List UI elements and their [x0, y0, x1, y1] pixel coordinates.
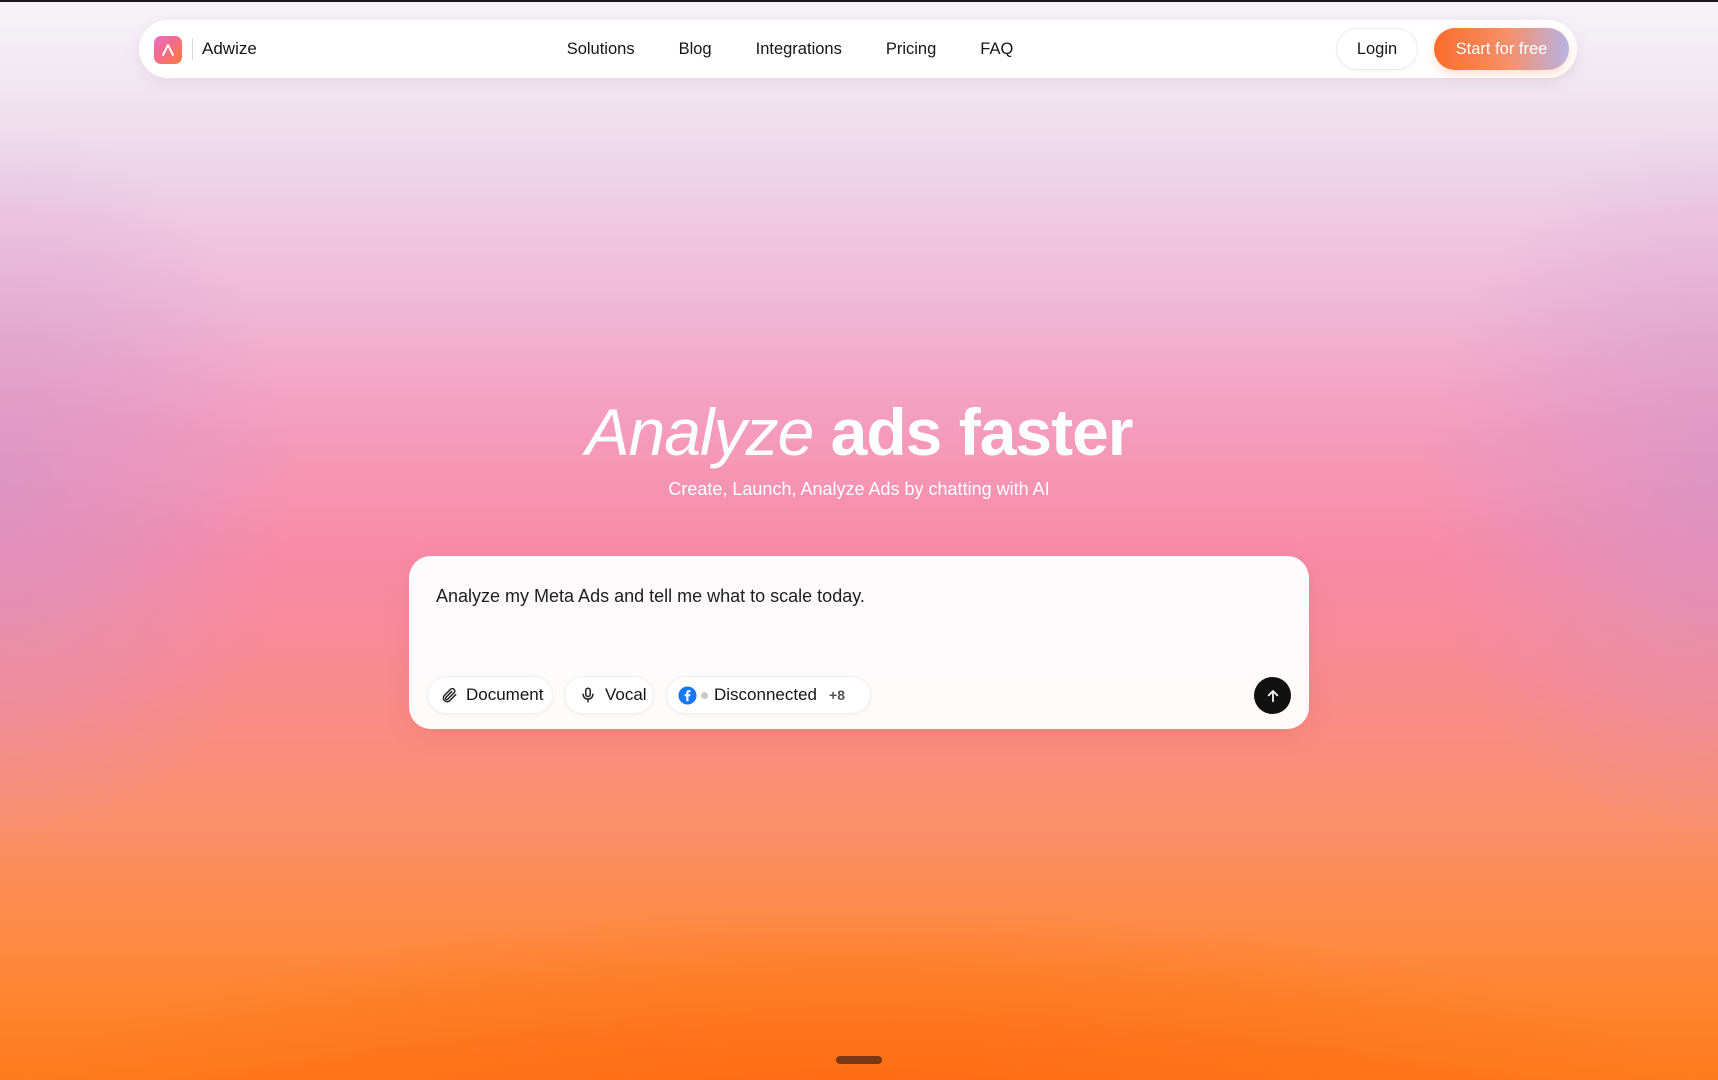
hero-title-italic: Analyze	[585, 395, 815, 469]
vocal-label: Vocal	[605, 685, 647, 704]
start-for-free-button[interactable]: Start for free	[1434, 28, 1569, 70]
hero-subtitle: Create, Launch, Analyze Ads by chatting …	[668, 479, 1050, 499]
login-button[interactable]: Login	[1336, 28, 1418, 70]
top-navbar: Adwize Solutions Blog Integrations Prici…	[139, 20, 1577, 78]
logo-divider	[192, 38, 193, 60]
vocal-button[interactable]: Vocal	[564, 676, 654, 714]
brand-name[interactable]: Adwize	[202, 38, 257, 60]
scroll-handle[interactable]	[836, 1056, 882, 1064]
facebook-icon	[678, 685, 697, 705]
connection-status-label: Disconnected	[714, 685, 818, 704]
nav-link-solutions[interactable]: Solutions	[567, 38, 635, 60]
nav-link-pricing[interactable]: Pricing	[886, 38, 936, 60]
send-button[interactable]	[1254, 677, 1291, 714]
paperclip-icon	[440, 686, 458, 704]
meta-connection-button[interactable]: Disconnected +8	[666, 676, 871, 714]
document-label: Document	[466, 685, 544, 704]
window-top-edge	[0, 0, 1718, 2]
chat-input[interactable]	[436, 584, 1276, 608]
nav-link-blog[interactable]: Blog	[679, 38, 712, 60]
connection-status-dot	[701, 691, 708, 699]
logo-a-glyph-icon	[162, 44, 174, 56]
document-button[interactable]: Document	[427, 676, 553, 714]
brand-logo-icon[interactable]	[154, 36, 182, 64]
chat-composer: Document Vocal Disconnected +8	[409, 556, 1309, 729]
microphone-icon	[579, 686, 597, 704]
hero-background	[0, 0, 1718, 1080]
arrow-up-icon	[1267, 689, 1278, 702]
hero-title-bold: ads faster	[830, 395, 1134, 469]
nav-link-faq[interactable]: FAQ	[980, 38, 1013, 60]
nav-link-integrations[interactable]: Integrations	[756, 38, 842, 60]
more-integrations-badge: +8	[829, 687, 845, 703]
hero-title: Analyze ads faster	[0, 392, 1718, 472]
